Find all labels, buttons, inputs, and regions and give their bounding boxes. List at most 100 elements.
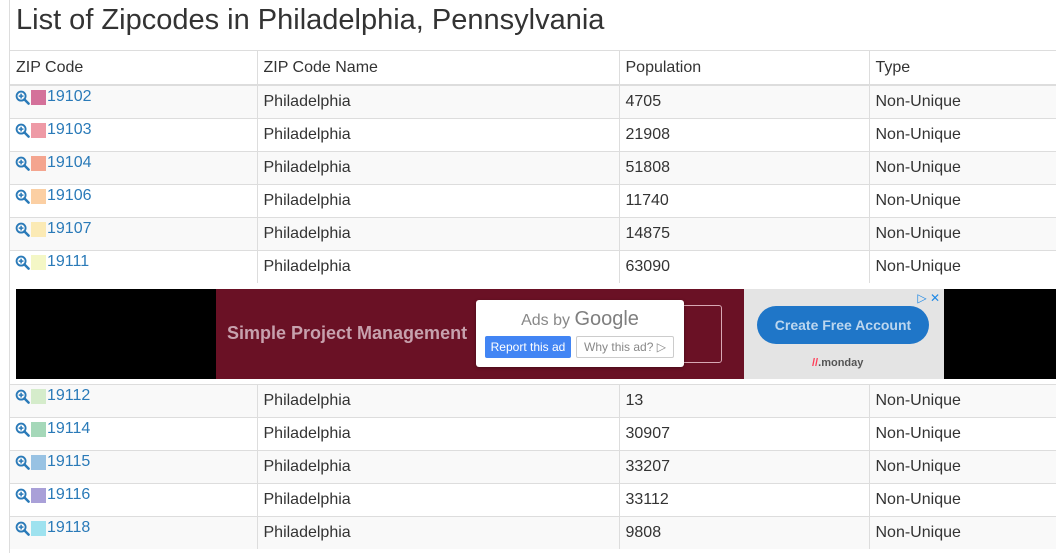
zoom-in-icon[interactable]	[15, 389, 30, 404]
zip-name-cell: Philadelphia	[257, 151, 620, 185]
zip-color-swatch	[31, 520, 46, 536]
type-cell: Non-Unique	[869, 516, 1056, 549]
table-row: 19111 Philadelphia 63090 Non-Unique	[10, 250, 1056, 283]
population-cell: 11740	[619, 184, 870, 218]
ads-by-google-label: Ads by Google	[476, 308, 684, 331]
table-row: 19116 Philadelphia 33112 Non-Unique	[10, 483, 1056, 517]
table-row: 19118 Philadelphia 9808 Non-Unique	[10, 516, 1056, 549]
table-row: 19103 Philadelphia 21908 Non-Unique	[10, 118, 1056, 152]
population-cell: 13	[619, 384, 870, 418]
zoom-in-icon[interactable]	[15, 123, 30, 138]
zip-cell: 19104	[10, 151, 258, 185]
ad-cta-panel: ▷ ✕ Create Free Account //.monday	[744, 289, 944, 379]
zip-cell: 19115	[10, 450, 258, 484]
zoom-in-icon[interactable]	[15, 156, 30, 171]
table-row: 19114 Philadelphia 30907 Non-Unique	[10, 417, 1056, 451]
ad-brand-logo: //.monday	[812, 357, 864, 369]
table-row: 19107 Philadelphia 14875 Non-Unique	[10, 217, 1056, 251]
table-row: 19106 Philadelphia 11740 Non-Unique	[10, 184, 1056, 218]
population-cell: 33112	[619, 483, 870, 517]
population-cell: 4705	[619, 84, 870, 119]
zip-name-cell: Philadelphia	[257, 184, 620, 218]
zoom-in-icon[interactable]	[15, 422, 30, 437]
type-cell: Non-Unique	[869, 417, 1056, 451]
type-cell: Non-Unique	[869, 384, 1056, 418]
zip-cell: 19103	[10, 118, 258, 152]
table-row: 19104 Philadelphia 51808 Non-Unique	[10, 151, 1056, 185]
type-cell: Non-Unique	[869, 151, 1056, 185]
zip-link[interactable]: 19111	[47, 253, 89, 271]
page-title: List of Zipcodes in Philadelphia, Pennsy…	[16, 4, 605, 36]
zip-cell: 19107	[10, 217, 258, 251]
zip-link[interactable]: 19106	[47, 187, 92, 205]
zip-link[interactable]: 19104	[47, 154, 92, 172]
zip-table-bottom: 19112 Philadelphia 13 Non-Unique 19114 P…	[10, 384, 1056, 549]
type-cell: Non-Unique	[869, 450, 1056, 484]
population-cell: 51808	[619, 151, 870, 185]
zoom-in-icon[interactable]	[15, 189, 30, 204]
zip-name-cell: Philadelphia	[257, 516, 620, 549]
ads-by-brand: Google	[574, 308, 639, 330]
zip-name-cell: Philadelphia	[257, 384, 620, 418]
why-this-ad-button[interactable]: Why this ad? ▷	[576, 336, 674, 358]
zip-name-cell: Philadelphia	[257, 118, 620, 152]
table-header-row: ZIP Code ZIP Code Name Population Type	[10, 50, 1056, 86]
type-cell: Non-Unique	[869, 217, 1056, 251]
zoom-in-icon[interactable]	[15, 222, 30, 237]
ad-create-account-button[interactable]: Create Free Account	[757, 306, 929, 344]
zip-link[interactable]: 19112	[47, 387, 90, 405]
zip-color-swatch	[31, 454, 46, 470]
col-header-name[interactable]: ZIP Code Name	[257, 50, 620, 86]
table-row: 19115 Philadelphia 33207 Non-Unique	[10, 450, 1056, 484]
zip-link[interactable]: 19118	[47, 519, 90, 537]
zip-name-cell: Philadelphia	[257, 250, 620, 283]
population-cell: 63090	[619, 250, 870, 283]
zip-cell: 19118	[10, 516, 258, 549]
population-cell: 14875	[619, 217, 870, 251]
ad-feedback-popup: Ads by Google Report this ad Why this ad…	[476, 300, 684, 367]
zip-link[interactable]: 19107	[47, 220, 92, 238]
zip-table-top: ZIP Code ZIP Code Name Population Type 1…	[10, 50, 1056, 283]
type-cell: Non-Unique	[869, 483, 1056, 517]
type-cell: Non-Unique	[869, 184, 1056, 218]
zip-link[interactable]: 19102	[47, 88, 92, 106]
ads-by-prefix: Ads by	[521, 312, 570, 329]
population-cell: 33207	[619, 450, 870, 484]
type-cell: Non-Unique	[869, 118, 1056, 152]
zoom-in-icon[interactable]	[15, 255, 30, 270]
table-row: 19102 Philadelphia 4705 Non-Unique	[10, 84, 1056, 119]
population-cell: 30907	[619, 417, 870, 451]
zip-color-swatch	[31, 421, 46, 437]
zip-cell: 19116	[10, 483, 258, 517]
zip-cell: 19112	[10, 384, 258, 418]
zip-color-swatch	[31, 388, 46, 404]
zip-name-cell: Philadelphia	[257, 483, 620, 517]
col-header-type[interactable]: Type	[869, 50, 1056, 86]
zip-name-cell: Philadelphia	[257, 84, 620, 119]
zip-link[interactable]: 19115	[47, 453, 90, 471]
zoom-in-icon[interactable]	[15, 521, 30, 536]
zip-link[interactable]: 19116	[47, 486, 90, 504]
zoom-in-icon[interactable]	[15, 90, 30, 105]
ad-choices-close-icon[interactable]: ▷ ✕	[917, 291, 940, 305]
zip-link[interactable]: 19103	[47, 121, 92, 139]
type-cell: Non-Unique	[869, 84, 1056, 119]
zip-link[interactable]: 19114	[47, 420, 90, 438]
population-cell: 21908	[619, 118, 870, 152]
zip-cell: 19102	[10, 84, 258, 119]
zip-color-swatch	[31, 254, 46, 270]
ad-headline[interactable]: Simple Project Management	[227, 323, 467, 344]
ad-brand-text: monday	[821, 357, 864, 369]
type-cell: Non-Unique	[869, 250, 1056, 283]
zip-color-swatch	[31, 89, 46, 105]
population-cell: 9808	[619, 516, 870, 549]
zoom-in-icon[interactable]	[15, 455, 30, 470]
zip-cell: 19114	[10, 417, 258, 451]
zoom-in-icon[interactable]	[15, 488, 30, 503]
col-header-population[interactable]: Population	[619, 50, 870, 86]
col-header-zip[interactable]: ZIP Code	[10, 50, 258, 86]
zip-color-swatch	[31, 122, 46, 138]
zip-color-swatch	[31, 221, 46, 237]
zip-cell: 19106	[10, 184, 258, 218]
report-ad-button[interactable]: Report this ad	[485, 336, 571, 358]
